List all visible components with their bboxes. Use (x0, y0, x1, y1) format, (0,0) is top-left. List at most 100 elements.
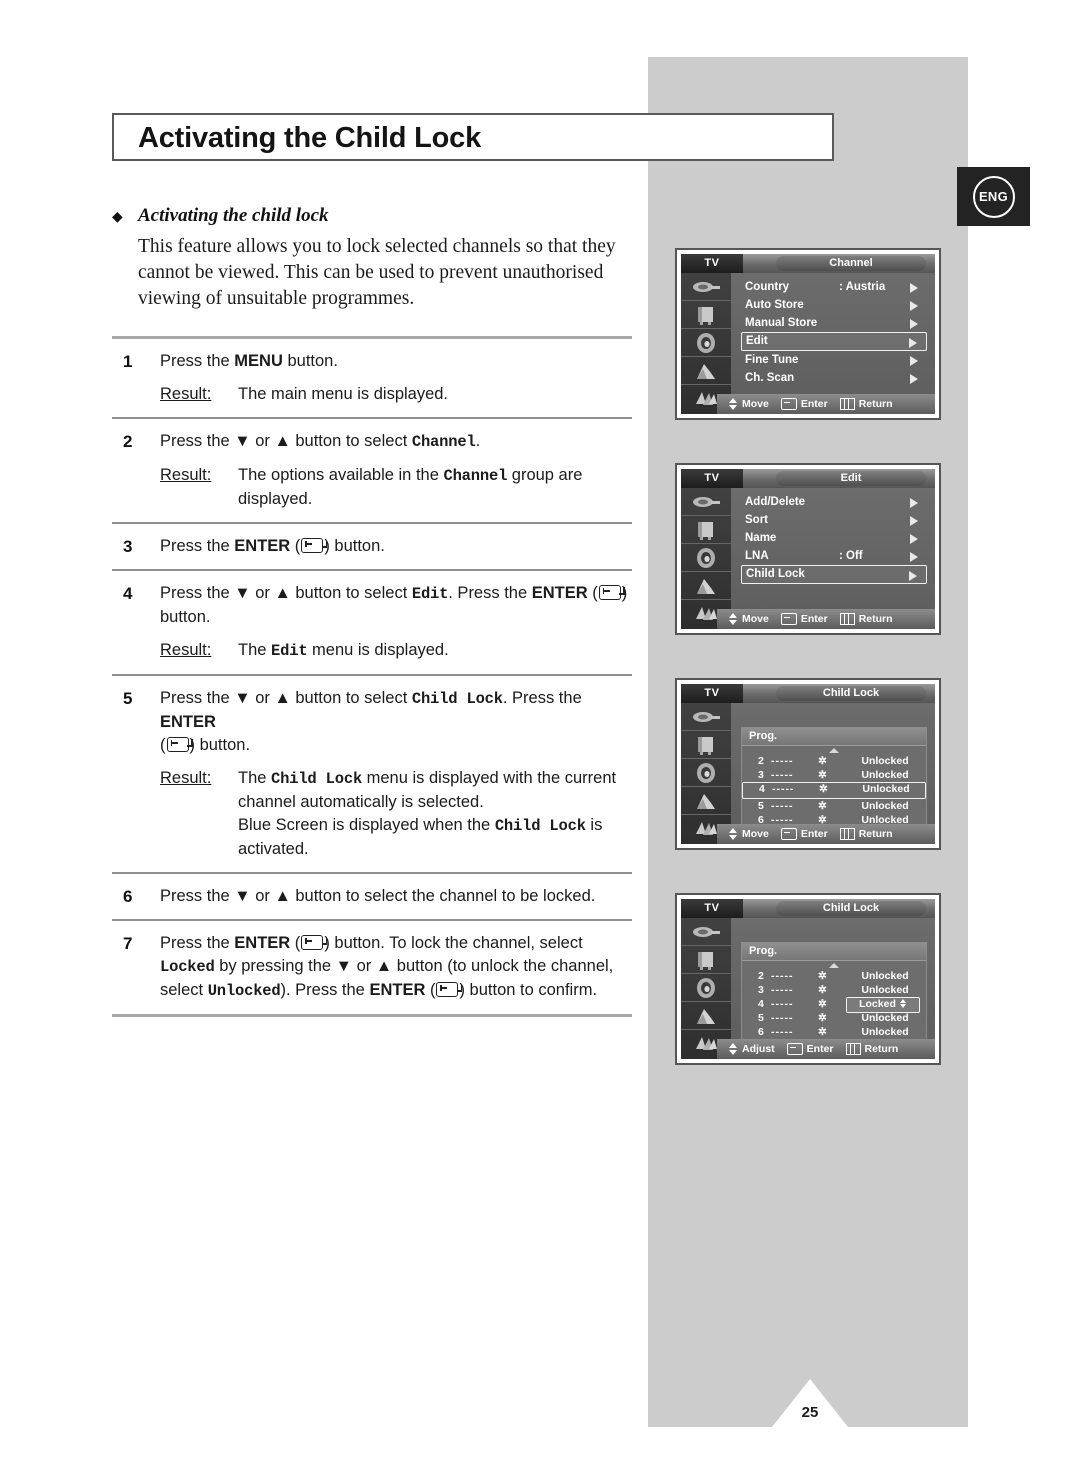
result-label: Result: (160, 466, 212, 484)
picture-icon[interactable] (681, 1002, 731, 1030)
osd-row-auto-store[interactable]: Auto Store (741, 296, 927, 314)
chevron-right-icon (910, 374, 918, 384)
osd-row-label: Name (745, 532, 777, 544)
antenna-icon[interactable] (681, 273, 731, 301)
osd-row-fine-tune[interactable]: Fine Tune (741, 351, 927, 369)
osd-row-sort[interactable]: Sort (741, 511, 927, 529)
osd-footer: Move Enter Return (717, 609, 935, 629)
program-row[interactable]: 6 ----- ✲ Unlocked (742, 1025, 926, 1039)
osd-row-lna[interactable]: LNA : Off (741, 547, 927, 565)
footer-enter[interactable]: Enter (780, 828, 828, 840)
enter-key-icon (166, 737, 193, 752)
footer-enter[interactable]: Enter (780, 398, 828, 410)
program-name: ----- (771, 970, 794, 982)
program-number: 4 (759, 783, 765, 795)
lock-state: Unlocked (861, 1012, 909, 1024)
antenna-icon[interactable] (681, 488, 731, 516)
footer-return[interactable]: Return (839, 398, 893, 410)
osd-row-manual-store[interactable]: Manual Store (741, 314, 927, 332)
star-icon: ✲ (818, 970, 827, 982)
page-number: 25 (801, 1404, 819, 1421)
osd-panel-child-lock-locked: TV Child Lock Prog. 2 ----- ✲ Unlocked 3… (675, 893, 941, 1065)
picture-icon[interactable] (681, 787, 731, 815)
antenna-icon[interactable] (681, 918, 731, 946)
footer-move-label: Move (742, 398, 769, 410)
speaker-icon[interactable] (681, 759, 731, 787)
footer-return[interactable]: Return (839, 613, 893, 625)
footer-adjust-label: Adjust (742, 1043, 775, 1055)
lock-state: Unlocked (861, 984, 909, 996)
osd-title: Channel (776, 256, 926, 271)
program-row-selected[interactable]: 4 ----- ✲ Unlocked (742, 782, 926, 799)
program-row[interactable]: 2 ----- ✲ Unlocked (742, 754, 926, 768)
footer-move[interactable]: Move (729, 398, 769, 410)
footer-adjust[interactable]: Adjust (729, 1043, 775, 1055)
star-icon: ✲ (818, 998, 827, 1010)
program-number: 5 (758, 1012, 764, 1024)
scroll-up-icon[interactable] (742, 961, 926, 969)
step-instruction: Press the ENTER () button. (160, 537, 385, 555)
osd-row-add-delete[interactable]: Add/Delete (741, 493, 927, 511)
star-icon: ✲ (818, 755, 827, 767)
picture-icon[interactable] (681, 572, 731, 600)
osd-row-name[interactable]: Name (741, 529, 927, 547)
osd-row-ch-scan[interactable]: Ch. Scan (741, 369, 927, 387)
result-label: Result: (160, 641, 212, 659)
tv-set-icon[interactable] (681, 731, 731, 759)
result-row: Result: The Child Lock menu is displayed… (160, 767, 632, 861)
osd-title: Edit (776, 471, 926, 486)
step-number: 3 (123, 537, 133, 556)
result-row: Result: The Edit menu is displayed. (160, 639, 632, 663)
step-body: Press the ENTER () button. To lock the c… (160, 932, 632, 1003)
speaker-icon[interactable] (681, 974, 731, 1002)
tv-set-icon[interactable] (681, 301, 731, 329)
picture-icon[interactable] (681, 357, 731, 385)
antenna-icon[interactable] (681, 703, 731, 731)
result-text: The Edit menu is displayed. (238, 641, 449, 660)
chevron-right-icon (910, 534, 918, 544)
osd-titlebar: TV Edit (681, 469, 935, 488)
osd-row-edit[interactable]: Edit (741, 332, 927, 351)
footer-return-label: Return (858, 613, 893, 625)
footer-return[interactable]: Return (839, 828, 893, 840)
up-down-arrow-icon (729, 613, 738, 625)
footer-enter[interactable]: Enter (780, 613, 828, 625)
program-number: 4 (758, 998, 764, 1010)
program-number: 3 (758, 769, 764, 781)
program-row[interactable]: 5 ----- ✲ Unlocked (742, 1011, 926, 1025)
step-text: Press the (160, 537, 235, 555)
osd-footer: Move Enter Return (717, 394, 935, 414)
program-row[interactable]: 2 ----- ✲ Unlocked (742, 969, 926, 983)
speaker-icon[interactable] (681, 544, 731, 572)
program-number: 2 (758, 970, 764, 982)
osd-icon-sidebar (681, 273, 731, 414)
program-row[interactable]: 3 ----- ✲ Unlocked (742, 768, 926, 782)
speaker-icon[interactable] (681, 329, 731, 357)
footer-enter-label: Enter (806, 1043, 834, 1055)
footer-enter[interactable]: Enter (786, 1043, 834, 1055)
osd-row-label: Fine Tune (745, 354, 799, 366)
program-list: Prog. 2 ----- ✲ Unlocked 3 ----- ✲ Unloc… (741, 942, 927, 1045)
osd-row-label: Child Lock (746, 568, 805, 580)
page-title: Activating the Child Lock (138, 122, 482, 154)
footer-move[interactable]: Move (729, 828, 769, 840)
tv-set-icon[interactable] (681, 946, 731, 974)
steps-table: 1 Press the MENU button. Result: The mai… (112, 336, 632, 1017)
step-body: Press the ENTER () button. (160, 535, 632, 558)
footer-move[interactable]: Move (729, 613, 769, 625)
scroll-up-icon[interactable] (742, 746, 926, 754)
program-row[interactable]: 4 ----- ✲ Locked (742, 997, 926, 1013)
osd-panel-edit: TV Edit Add/Delete Sort Name LNA: Off C… (675, 463, 941, 635)
tv-set-icon[interactable] (681, 516, 731, 544)
lock-state: Unlocked (861, 800, 909, 812)
step-body: Press the MENU button. Result: The main … (160, 350, 632, 406)
program-row[interactable]: 3 ----- ✲ Unlocked (742, 983, 926, 997)
result-text: The options available in the Channel gro… (238, 466, 583, 508)
osd-row-child-lock[interactable]: Child Lock (741, 565, 927, 584)
osd-row-country[interactable]: Country : Austria (741, 278, 927, 296)
star-icon: ✲ (818, 800, 827, 812)
osd-row-value: : Off (839, 550, 863, 562)
step-text: Press the ▼ or ▲ button to select (160, 432, 412, 450)
program-row[interactable]: 5 ----- ✲ Unlocked (742, 799, 926, 813)
footer-return[interactable]: Return (845, 1043, 898, 1055)
